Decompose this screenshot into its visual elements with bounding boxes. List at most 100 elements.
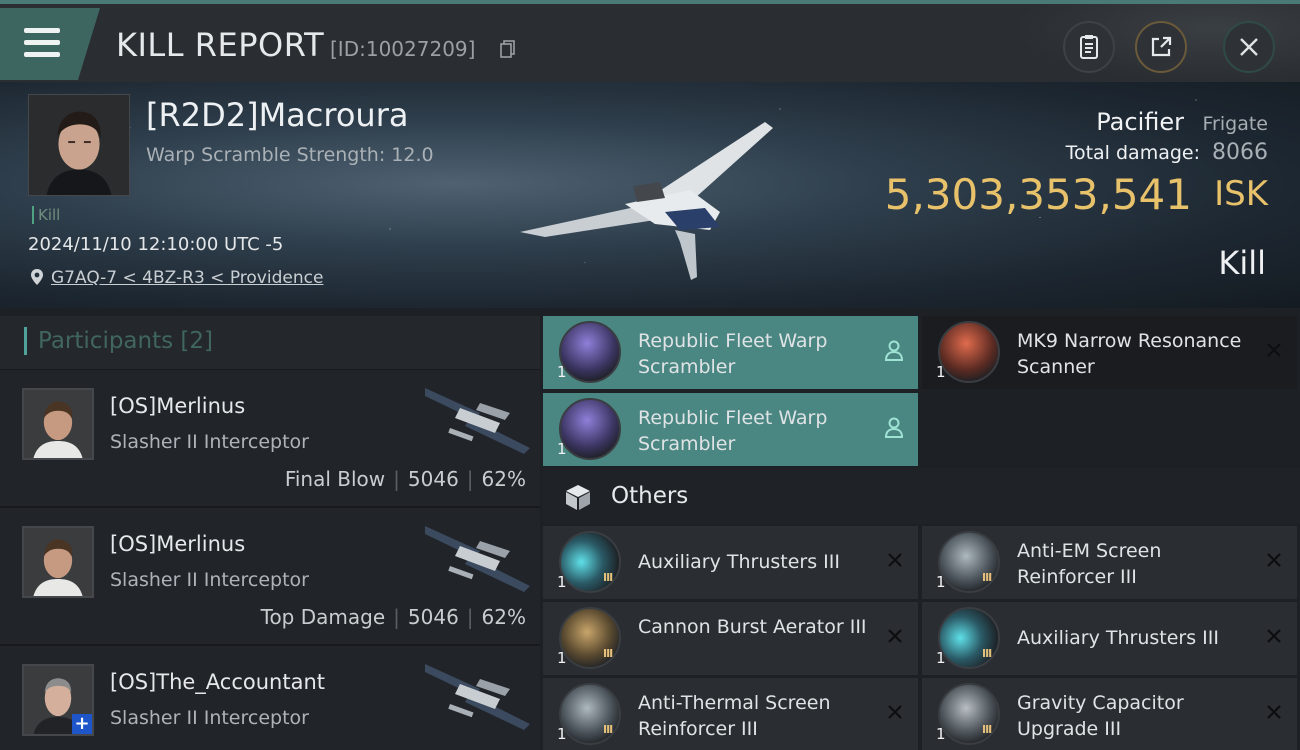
copy-icon[interactable] bbox=[500, 40, 516, 58]
total-damage-label: Total damage: bbox=[1065, 142, 1200, 164]
item-card[interactable]: 1 III Anti-EM Screen Reinforcer III bbox=[922, 526, 1297, 599]
kill-location-link[interactable]: G7AQ-7 < 4BZ-R3 < Providence bbox=[51, 268, 323, 288]
item-name: Cannon Burst Aerator III bbox=[638, 616, 867, 638]
kill-datetime: 2024/11/10 12:10:00 UTC -5 bbox=[28, 234, 284, 255]
participant-ship-image bbox=[425, 664, 530, 730]
tier-badge: III bbox=[982, 571, 992, 584]
share-button[interactable] bbox=[1135, 21, 1187, 73]
item-card[interactable]: 1 III Auxiliary Thrusters III bbox=[543, 526, 918, 599]
item-quantity: 1 bbox=[557, 440, 567, 458]
tier-badge: III bbox=[603, 571, 613, 584]
item-quantity: 1 bbox=[936, 573, 946, 591]
victim-ship-image bbox=[520, 122, 773, 280]
item-quantity: 1 bbox=[936, 725, 946, 743]
item-card[interactable]: 1 III Gravity Capacitor Upgrade III bbox=[922, 678, 1297, 750]
pilot-portrait-icon bbox=[24, 528, 92, 596]
warp-scramble-strength: Warp Scramble Strength: 12.0 bbox=[146, 144, 434, 166]
remove-icon[interactable] bbox=[1265, 627, 1283, 645]
close-icon bbox=[1240, 38, 1258, 56]
remove-icon[interactable] bbox=[1265, 551, 1283, 569]
tier-badge: III bbox=[603, 723, 613, 736]
participant-damage: 5046 bbox=[407, 467, 459, 491]
isk-value: 5,303,353,541 bbox=[884, 170, 1192, 219]
kill-tag: Kill bbox=[32, 206, 60, 224]
item-name: Republic Fleet Warp Scrambler bbox=[638, 407, 828, 455]
item-name: Republic Fleet Warp Scrambler bbox=[638, 330, 828, 378]
close-button[interactable] bbox=[1223, 21, 1275, 73]
participant-ship-image bbox=[425, 526, 530, 592]
participant-ship: Slasher II Interceptor bbox=[110, 569, 309, 591]
report-button[interactable] bbox=[1063, 21, 1115, 73]
participant-avatar[interactable] bbox=[22, 526, 94, 598]
participant-avatar[interactable]: + bbox=[22, 664, 94, 736]
warp-scrambler-icon bbox=[559, 398, 621, 460]
plus-badge-icon: + bbox=[72, 714, 92, 734]
participants-panel: Participants [2] [OS]Merlinus Slasher II… bbox=[0, 316, 540, 750]
total-damage-value: 8066 bbox=[1212, 140, 1268, 165]
participant-name[interactable]: [OS]Merlinus bbox=[110, 532, 245, 556]
person-icon[interactable] bbox=[884, 417, 904, 439]
participant-row[interactable]: + [OS]The_Accountant Slasher II Intercep… bbox=[0, 646, 540, 750]
kill-id: [ID:10027209] bbox=[330, 37, 476, 61]
participant-ship: Slasher II Interceptor bbox=[110, 431, 309, 453]
item-quantity: 1 bbox=[557, 363, 567, 381]
item-quantity: 1 bbox=[936, 363, 946, 381]
participant-row[interactable]: [OS]Merlinus Slasher II Interceptor Fina… bbox=[0, 370, 540, 508]
item-card[interactable]: 1 III Anti-Thermal Screen Reinforcer III bbox=[543, 678, 918, 750]
item-name: Gravity Capacitor Upgrade III bbox=[1017, 692, 1184, 740]
item-quantity: 1 bbox=[936, 649, 946, 667]
section-accent bbox=[24, 327, 27, 355]
participant-stats: Final Blow | 5046 | 62% bbox=[285, 467, 526, 491]
victim-banner: [R2D2]Macroura Warp Scramble Strength: 1… bbox=[0, 82, 1300, 308]
item-name: MK9 Narrow Resonance Scanner bbox=[1017, 330, 1242, 378]
remove-icon[interactable] bbox=[886, 703, 904, 721]
participants-title: Participants [2] bbox=[38, 328, 213, 354]
remove-icon[interactable] bbox=[886, 551, 904, 569]
stat-separator: | bbox=[466, 605, 474, 629]
person-icon[interactable] bbox=[884, 340, 904, 362]
item-name: Auxiliary Thrusters III bbox=[638, 551, 840, 573]
remove-icon[interactable] bbox=[1265, 703, 1283, 721]
menu-button[interactable] bbox=[0, 8, 100, 80]
participant-percent: 62% bbox=[481, 467, 526, 491]
participant-stats: Top Damage | 5046 | 62% bbox=[261, 605, 526, 629]
item-card[interactable]: 1 III Auxiliary Thrusters III bbox=[922, 602, 1297, 675]
report-icon bbox=[1080, 35, 1098, 59]
remove-icon[interactable] bbox=[1265, 341, 1283, 359]
others-title: Others bbox=[611, 483, 689, 509]
item-card[interactable]: 1 Republic Fleet Warp Scrambler bbox=[543, 393, 918, 466]
victim-ship-class: Frigate bbox=[1202, 113, 1268, 135]
warp-scrambler-icon bbox=[559, 321, 621, 383]
item-name: Anti-EM Screen Reinforcer III bbox=[1017, 540, 1162, 588]
others-section-header: Others bbox=[543, 468, 1300, 524]
stat-separator: | bbox=[393, 605, 400, 629]
item-card[interactable]: 1 MK9 Narrow Resonance Scanner bbox=[922, 316, 1297, 389]
participant-row[interactable]: [OS]Merlinus Slasher II Interceptor Top … bbox=[0, 508, 540, 646]
share-icon bbox=[1151, 36, 1172, 57]
item-quantity: 1 bbox=[557, 725, 567, 743]
kill-result: Kill bbox=[1218, 244, 1266, 282]
remove-icon[interactable] bbox=[886, 627, 904, 645]
participant-avatar[interactable] bbox=[22, 388, 94, 460]
victim-name[interactable]: [R2D2]Macroura bbox=[146, 96, 408, 134]
tier-badge: III bbox=[603, 647, 613, 660]
tier-badge: III bbox=[982, 723, 992, 736]
participants-header: Participants [2] bbox=[0, 316, 540, 370]
participant-name[interactable]: [OS]Merlinus bbox=[110, 394, 245, 418]
scanner-icon bbox=[938, 321, 1000, 383]
menu-icon bbox=[24, 28, 60, 58]
item-quantity: 1 bbox=[557, 649, 567, 667]
location-pin-icon bbox=[31, 269, 43, 285]
page-title: KILL REPORT bbox=[116, 26, 325, 64]
item-quantity: 1 bbox=[557, 573, 567, 591]
header-bar: KILL REPORT [ID:10027209] bbox=[0, 0, 1300, 84]
item-name: Auxiliary Thrusters III bbox=[1017, 627, 1219, 649]
item-card[interactable]: 1 Republic Fleet Warp Scrambler bbox=[543, 316, 918, 389]
item-name: Anti-Thermal Screen Reinforcer III bbox=[638, 692, 831, 740]
victim-avatar[interactable] bbox=[28, 94, 130, 196]
victim-ship-name[interactable]: Pacifier bbox=[1096, 108, 1184, 136]
participant-damage: 5046 bbox=[407, 605, 459, 629]
item-card[interactable]: 1 III Cannon Burst Aerator III bbox=[543, 602, 918, 675]
participant-name[interactable]: [OS]The_Accountant bbox=[110, 670, 325, 694]
participant-percent: 62% bbox=[481, 605, 526, 629]
